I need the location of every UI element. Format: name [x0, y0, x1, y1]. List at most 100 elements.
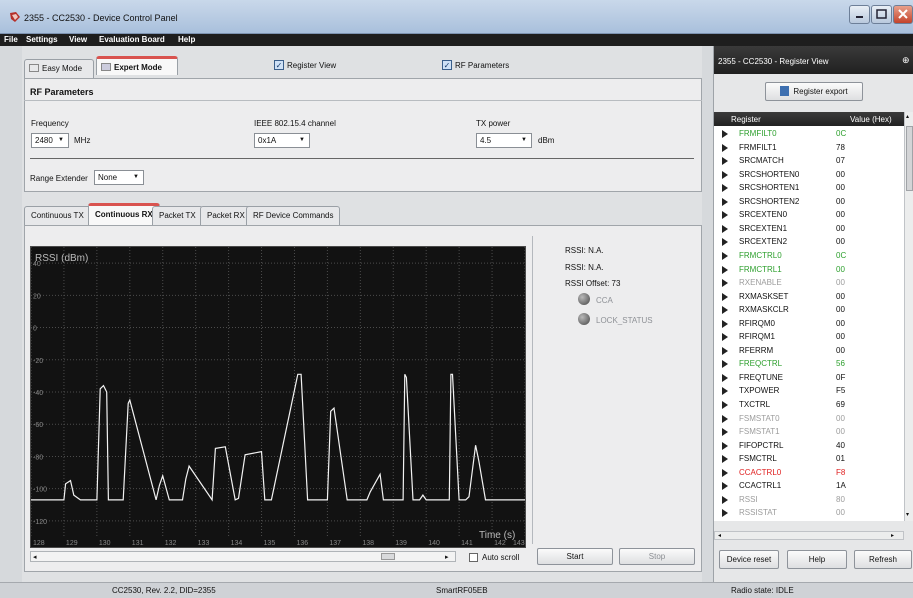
scroll-left-icon[interactable]: ◂: [33, 553, 37, 561]
expand-arrow-icon[interactable]: [722, 414, 728, 423]
register-value[interactable]: 00: [836, 235, 845, 248]
auto-scroll-checkbox[interactable]: [469, 553, 478, 562]
expand-arrow-icon[interactable]: [722, 157, 728, 166]
register-row[interactable]: FSMSTAT0 00: [722, 412, 902, 425]
expand-arrow-icon[interactable]: [722, 279, 728, 288]
help-button[interactable]: Help: [787, 550, 847, 569]
register-value[interactable]: 00: [836, 506, 845, 519]
expand-arrow-icon[interactable]: [722, 441, 728, 450]
register-value[interactable]: 1A: [836, 479, 846, 492]
register-row[interactable]: RSSI 80: [722, 493, 902, 506]
register-value[interactable]: 0C: [836, 127, 846, 140]
maximize-button[interactable]: [871, 5, 892, 24]
frequency-select[interactable]: 2480: [31, 133, 69, 148]
register-value[interactable]: 0C: [836, 249, 846, 262]
register-value[interactable]: 00: [836, 344, 845, 357]
expand-arrow-icon[interactable]: [722, 265, 728, 274]
stop-button[interactable]: Stop: [619, 548, 695, 565]
register-row[interactable]: FRMCTRL1 00: [722, 263, 902, 276]
register-row[interactable]: TXCTRL 69: [722, 398, 902, 411]
register-value[interactable]: 80: [836, 493, 845, 506]
refresh-button[interactable]: Refresh: [854, 550, 912, 569]
register-value[interactable]: 00: [836, 263, 845, 276]
scroll-down-icon[interactable]: ▾: [906, 511, 909, 518]
expand-arrow-icon[interactable]: [722, 468, 728, 477]
register-value[interactable]: 69: [836, 398, 845, 411]
expand-arrow-icon[interactable]: [722, 387, 728, 396]
expand-arrow-icon[interactable]: [722, 455, 728, 464]
menu-settings[interactable]: Settings: [26, 34, 58, 46]
expand-arrow-icon[interactable]: [722, 346, 728, 355]
register-value[interactable]: 00: [836, 195, 845, 208]
tab-packet-tx[interactable]: Packet TX: [152, 206, 203, 225]
register-row[interactable]: FIFOPCTRL 40: [722, 439, 902, 452]
register-row[interactable]: CCACTRL1 1A: [722, 479, 902, 492]
register-export-button[interactable]: Register export: [765, 82, 863, 101]
register-row[interactable]: FSMCTRL 01: [722, 452, 902, 465]
register-row[interactable]: TXPOWER F5: [722, 384, 902, 397]
register-value[interactable]: 00: [836, 412, 845, 425]
register-row[interactable]: RXMASKCLR 00: [722, 303, 902, 316]
register-value[interactable]: F5: [836, 384, 845, 397]
register-row[interactable]: FSMSTAT1 00: [722, 425, 902, 438]
register-row[interactable]: RFERRM 00: [722, 344, 902, 357]
register-row[interactable]: SRCSHORTEN1 00: [722, 181, 902, 194]
register-value[interactable]: F8: [836, 466, 845, 479]
register-value[interactable]: 00: [836, 208, 845, 221]
expand-arrow-icon[interactable]: [722, 143, 728, 152]
range-extender-select[interactable]: None: [94, 170, 144, 185]
expand-arrow-icon[interactable]: [722, 211, 728, 220]
expand-arrow-icon[interactable]: [722, 319, 728, 328]
register-view-checkbox[interactable]: ✓: [274, 60, 284, 70]
register-row[interactable]: RFIRQM1 00: [722, 330, 902, 343]
channel-select[interactable]: 0x1A: [254, 133, 310, 148]
expand-arrow-icon[interactable]: [722, 373, 728, 382]
device-reset-button[interactable]: Device reset: [719, 550, 779, 569]
tab-continuous-rx[interactable]: Continuous RX: [88, 203, 160, 225]
register-value[interactable]: 00: [836, 222, 845, 235]
register-value[interactable]: 00: [836, 317, 845, 330]
tab-rf-device-commands[interactable]: RF Device Commands: [246, 206, 341, 225]
expand-arrow-icon[interactable]: [722, 130, 728, 138]
register-row[interactable]: RSSISTAT 00: [722, 506, 902, 519]
expand-arrow-icon[interactable]: [722, 401, 728, 409]
register-hscrollbar[interactable]: ◂ ▸: [714, 531, 904, 540]
expand-arrow-icon[interactable]: [722, 495, 728, 504]
register-row[interactable]: FRMFILT1 78: [722, 141, 902, 154]
register-value[interactable]: 01: [836, 452, 845, 465]
expand-arrow-icon[interactable]: [722, 428, 728, 437]
start-button[interactable]: Start: [537, 548, 613, 565]
menu-file[interactable]: File: [4, 34, 18, 46]
register-value[interactable]: 00: [836, 181, 845, 194]
chart-scrollbar[interactable]: ◂ ▸: [30, 551, 456, 562]
expand-arrow-icon[interactable]: [722, 333, 728, 342]
register-row[interactable]: SRCSHORTEN0 00: [722, 168, 902, 181]
register-row[interactable]: SRCSHORTEN2 00: [722, 195, 902, 208]
tab-expert-mode[interactable]: Expert Mode: [96, 56, 178, 75]
register-value[interactable]: 0F: [836, 371, 845, 384]
register-value[interactable]: 00: [836, 330, 845, 343]
tx-power-select[interactable]: 4.5: [476, 133, 532, 148]
hscroll-right-icon[interactable]: ▸: [891, 532, 894, 539]
minimize-button[interactable]: [849, 5, 870, 24]
pin-icon[interactable]: ⊕: [902, 55, 910, 66]
expand-arrow-icon[interactable]: [722, 224, 728, 233]
menu-evaluation-board[interactable]: Evaluation Board: [99, 34, 165, 46]
rf-parameters-checkbox[interactable]: ✓: [442, 60, 452, 70]
expand-arrow-icon[interactable]: [722, 360, 728, 369]
expand-arrow-icon[interactable]: [722, 251, 728, 260]
scroll-up-icon[interactable]: ▴: [906, 113, 909, 120]
expand-arrow-icon[interactable]: [722, 170, 728, 179]
menu-view[interactable]: View: [69, 34, 87, 46]
expand-arrow-icon[interactable]: [722, 184, 728, 193]
scroll-right-icon[interactable]: ▸: [445, 553, 449, 561]
register-row[interactable]: SRCEXTEN0 00: [722, 208, 902, 221]
register-row[interactable]: FREQTUNE 0F: [722, 371, 902, 384]
register-row[interactable]: SRCEXTEN1 00: [722, 222, 902, 235]
register-value[interactable]: 40: [836, 439, 845, 452]
expand-arrow-icon[interactable]: [722, 197, 728, 206]
tab-easy-mode[interactable]: Easy Mode: [24, 59, 94, 78]
register-row[interactable]: SRCEXTEN2 00: [722, 235, 902, 248]
register-value[interactable]: 07: [836, 154, 845, 167]
register-row[interactable]: FRMFILT0 0C: [722, 127, 902, 140]
